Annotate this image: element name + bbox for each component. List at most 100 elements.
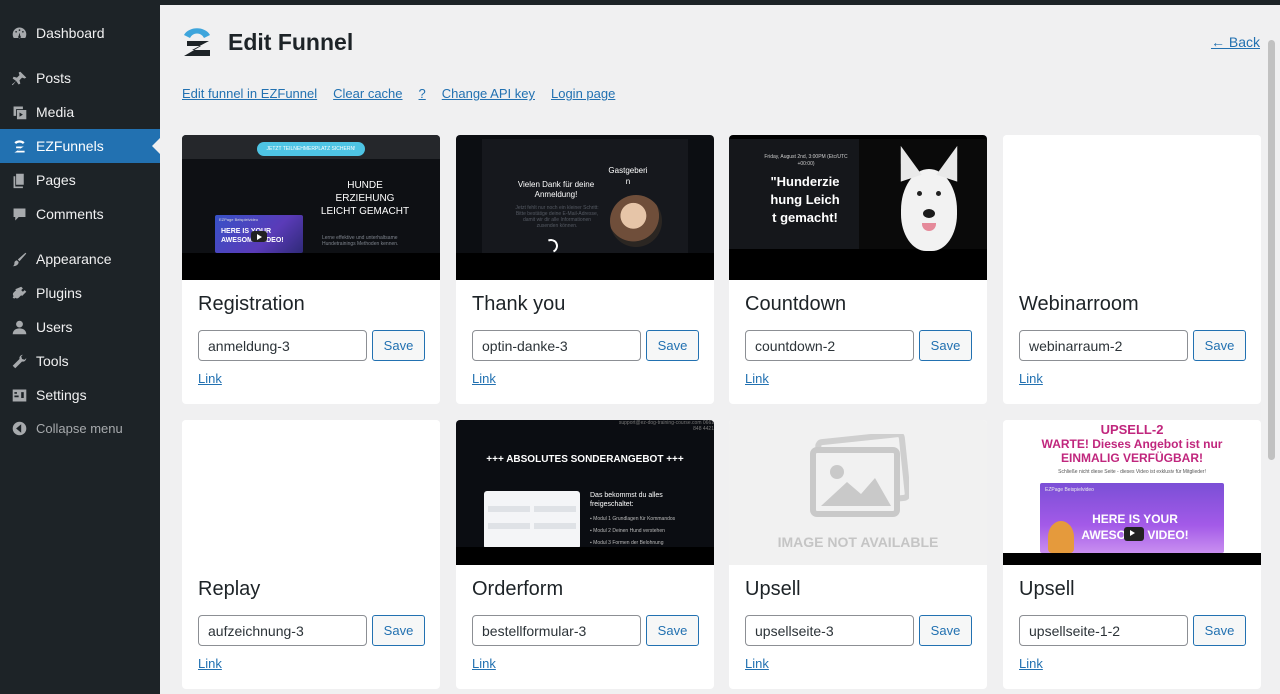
pages-icon (10, 171, 28, 189)
page-link[interactable]: Link (745, 656, 769, 671)
slug-input[interactable] (745, 330, 914, 361)
card-title: Thank you (472, 293, 566, 315)
sidebar-item-tools[interactable]: Tools (0, 344, 160, 378)
card-title: Upsell (1019, 578, 1075, 600)
page-thumbnail[interactable] (182, 420, 440, 565)
thumb-band (456, 547, 714, 565)
sidebar-item-dashboard[interactable]: Dashboard (0, 16, 160, 50)
login-page-link[interactable]: Login page (551, 86, 615, 101)
change-api-key-link[interactable]: Change API key (442, 86, 535, 101)
sidebar-item-label: Media (36, 104, 75, 120)
page-link[interactable]: Link (1019, 656, 1043, 671)
save-button[interactable]: Save (372, 615, 425, 646)
collapse-menu-button[interactable]: Collapse menu (0, 411, 160, 445)
thumb-band (1003, 553, 1261, 565)
sidebar-item-media[interactable]: Media (0, 95, 160, 129)
admin-bar (0, 0, 1280, 5)
card-title: Countdown (745, 293, 847, 315)
thumb-headline: Vielen Dank für deine Anmeldung! (517, 180, 595, 199)
sidebar-item-appearance[interactable]: Appearance (0, 242, 160, 276)
page-thumbnail[interactable]: Vielen Dank für deine Anmeldung! Jetzt f… (456, 135, 714, 280)
clear-cache-link[interactable]: Clear cache (333, 86, 402, 101)
thumb-top-note: support@ez-dog-training-course.com 0661 … (618, 420, 714, 432)
sidebar-item-plugins[interactable]: Plugins (0, 276, 160, 310)
thumb-list-item-text: Modul 2 Deinen Hund verstehen (593, 528, 665, 534)
play-icon (251, 231, 267, 242)
sidebar-item-pages[interactable]: Pages (0, 163, 160, 197)
image-placeholder-icon (810, 434, 909, 517)
thumb-list-item-text: Modul 3 Formen der Belohnung (593, 540, 664, 546)
page-thumbnail[interactable]: Friday, August 2nd, 3:00PM (Etc/UTC +00:… (729, 135, 987, 280)
slug-input[interactable] (472, 330, 641, 361)
user-icon (10, 318, 28, 336)
page-thumbnail[interactable]: UPSELL-2 WARTE! Dieses Angebot ist nur E… (1003, 420, 1261, 565)
sidebar-item-label: Pages (36, 172, 76, 188)
slug-input[interactable] (1019, 615, 1188, 646)
page-thumbnail[interactable] (1003, 135, 1261, 280)
funnel-step-card: Vielen Dank für deine Anmeldung! Jetzt f… (456, 135, 714, 404)
ezfunnels-logo-icon (184, 28, 210, 56)
thumb-list-item: ▪ Modul 3 Formen der Belohnung (590, 540, 664, 546)
media-icon (10, 103, 28, 121)
slug-input[interactable] (745, 615, 914, 646)
thumb-list-title: Das bekommst du alles freigeschaltet: (590, 492, 663, 508)
sidebar-item-ezfunnels[interactable]: EZFunnels (0, 129, 160, 163)
thumb-band (456, 253, 714, 280)
slug-input[interactable] (1019, 330, 1188, 361)
sidebar-item-label: Dashboard (36, 25, 105, 41)
sidebar-item-label: Users (36, 319, 73, 335)
funnel-step-card: support@ez-dog-training-course.com 0661 … (456, 420, 714, 689)
page-link[interactable]: Link (745, 371, 769, 386)
page-link[interactable]: Link (1019, 371, 1043, 386)
thumb-video-channel: EZPage Beispielvideo (1045, 487, 1094, 493)
card-title: Replay (198, 578, 261, 600)
funnel-step-card: Friday, August 2nd, 3:00PM (Etc/UTC +00:… (729, 135, 987, 404)
sidebar-item-label: Plugins (36, 285, 82, 301)
sidebar-item-settings[interactable]: Settings (0, 378, 160, 412)
page-thumbnail[interactable]: IMAGE NOT AVAILABLE (729, 420, 987, 565)
scrollbar-thumb[interactable] (1268, 40, 1275, 460)
settings-icon (10, 386, 28, 404)
sidebar-item-label: Posts (36, 70, 72, 86)
save-button[interactable]: Save (372, 330, 425, 361)
sidebar-item-comments[interactable]: Comments (0, 197, 160, 231)
slug-input[interactable] (198, 615, 367, 646)
dashboard-icon (10, 24, 28, 42)
thumb-video: EZPage Beispielvideo HERE IS YOUR AWESOM… (215, 215, 303, 253)
plugin-icon (10, 284, 28, 302)
page-link[interactable]: Link (198, 371, 222, 386)
image-not-available-text: IMAGE NOT AVAILABLE (777, 534, 939, 550)
thumb-kicker: UPSELL-2 (1100, 422, 1164, 437)
save-button[interactable]: Save (919, 615, 972, 646)
funnel-step-card: UPSELL-2 WARTE! Dieses Angebot ist nur E… (1003, 420, 1261, 689)
slug-input[interactable] (472, 615, 641, 646)
thumb-host-label: Gastgeberin (608, 166, 648, 186)
thumb-pill: JETZT TEILNEHMERPLATZ SICHERN! (257, 142, 365, 156)
back-link[interactable]: ← Back (1211, 34, 1260, 50)
sidebar-item-users[interactable]: Users (0, 310, 160, 344)
save-button[interactable]: Save (919, 330, 972, 361)
sidebar-item-label: Appearance (36, 251, 112, 267)
page-link[interactable]: Link (198, 656, 222, 671)
sidebar-item-label: Comments (36, 206, 104, 222)
page-thumbnail[interactable]: JETZT TEILNEHMERPLATZ SICHERN! HUNDE ERZ… (182, 135, 440, 280)
save-button[interactable]: Save (646, 615, 699, 646)
save-button[interactable]: Save (1193, 615, 1246, 646)
slug-input[interactable] (198, 330, 367, 361)
help-link[interactable]: ? (419, 86, 426, 101)
save-button[interactable]: Save (646, 330, 699, 361)
funnel-action-links: Edit funnel in EZFunnel Clear cache ? Ch… (182, 86, 615, 101)
thumb-list-item: ▪ Modul 1 Grundlagen für Kommandos (590, 516, 676, 522)
play-icon (1124, 527, 1144, 541)
page-thumbnail[interactable]: support@ez-dog-training-course.com 0661 … (456, 420, 714, 565)
save-button[interactable]: Save (1193, 330, 1246, 361)
funnel-step-card: Replay Save Link (182, 420, 440, 689)
thumb-subtext: Schließe nicht diese Seite - dieses Vide… (1058, 469, 1206, 475)
funnel-step-card: IMAGE NOT AVAILABLE Upsell Save Link (729, 420, 987, 689)
edit-funnel-link[interactable]: Edit funnel in EZFunnel (182, 86, 317, 101)
thumb-list-item: ▪ Modul 2 Deinen Hund verstehen (590, 528, 665, 534)
page-link[interactable]: Link (472, 371, 496, 386)
thumb-video-channel: EZPage Beispielvideo (219, 217, 259, 222)
page-link[interactable]: Link (472, 656, 496, 671)
sidebar-item-posts[interactable]: Posts (0, 61, 160, 95)
